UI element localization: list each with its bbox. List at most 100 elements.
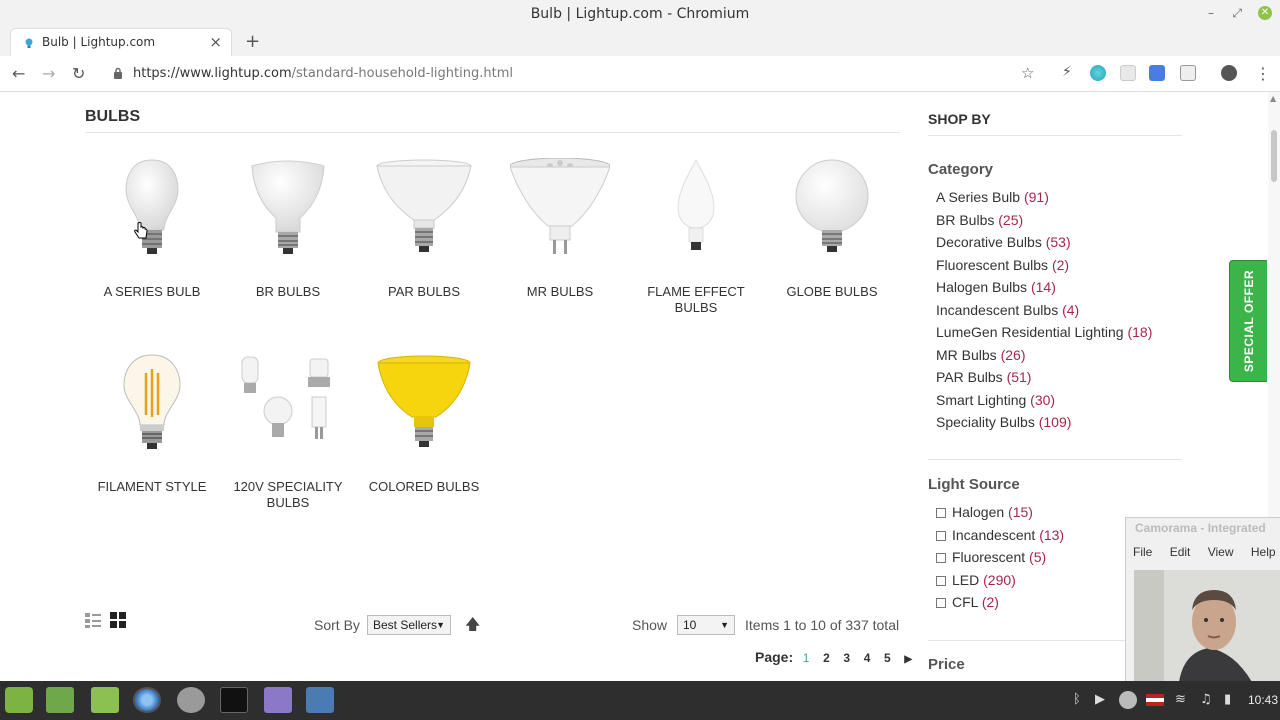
special-offer-tab[interactable]: SPECIAL OFFER (1229, 260, 1267, 382)
back-arrow-icon[interactable]: ← (12, 64, 25, 83)
light-source-item[interactable]: LED (290) (936, 572, 1064, 595)
page-link-5[interactable]: 5 (884, 651, 891, 665)
category-item[interactable]: Decorative Bulbs (53) (936, 234, 1152, 257)
webcam-tray-icon[interactable]: ▶ (1095, 692, 1105, 707)
product-name[interactable]: PAR BULBS (356, 284, 492, 300)
product-filament-style[interactable]: FILAMENT STYLE (84, 353, 220, 495)
sort-direction-arrow-icon[interactable]: 🡅 (465, 614, 480, 639)
camera-app-icon[interactable] (306, 687, 334, 713)
limit-select[interactable]: 10 ▼ (677, 615, 735, 635)
profile-avatar-icon[interactable] (1221, 65, 1237, 81)
price-heading[interactable]: Price (928, 656, 965, 673)
next-page-icon[interactable]: ▶ (904, 654, 912, 665)
product-flame-effect-bulbs[interactable]: FLAME EFFECT BULBS (628, 158, 764, 316)
bolt-extension-icon[interactable]: ⚡ (1062, 64, 1072, 80)
product-colored-bulbs[interactable]: COLORED BULBS (356, 353, 492, 495)
checkbox[interactable] (936, 575, 946, 586)
terminal-icon[interactable] (220, 687, 248, 713)
page-link-1[interactable]: 1 (803, 651, 810, 665)
category-item[interactable]: LumeGen Residential Lighting (18) (936, 324, 1152, 347)
disk-tray-icon[interactable] (1119, 691, 1137, 709)
light-source-item[interactable]: Halogen (15) (936, 504, 1064, 527)
checkbox[interactable] (936, 530, 946, 541)
files-folder-icon[interactable] (91, 687, 119, 713)
product-name[interactable]: FLAME EFFECT BULBS (628, 284, 764, 316)
browser-tab[interactable]: Bulb | Lightup.com × (10, 28, 232, 56)
tab-close-icon[interactable]: × (209, 33, 222, 51)
scroll-up-icon[interactable]: ▲ (1270, 94, 1276, 103)
category-item[interactable]: Fluorescent Bulbs (2) (936, 257, 1152, 280)
globe-extension-icon[interactable] (1090, 65, 1106, 81)
special-offer-label: SPECIAL OFFER (1241, 269, 1256, 373)
sort-by-value: Best Sellers (373, 618, 438, 632)
product-name[interactable]: BR BULBS (220, 284, 356, 300)
grid-extension-icon[interactable] (1120, 65, 1136, 81)
category-item[interactable]: PAR Bulbs (51) (936, 369, 1152, 392)
sort-by-select[interactable]: Best Sellers ▼ (367, 615, 451, 635)
product-name[interactable]: MR BULBS (492, 284, 628, 300)
menu-file[interactable]: File (1133, 545, 1152, 559)
product-par-bulbs[interactable]: PAR BULBS (356, 158, 492, 300)
scrollbar-thumb[interactable] (1271, 130, 1277, 182)
list-view-icon[interactable] (85, 612, 101, 628)
checkbox[interactable] (936, 553, 946, 563)
light-source-heading[interactable]: Light Source (928, 476, 1020, 493)
product-name[interactable]: A SERIES BULB (84, 284, 220, 300)
url-bar[interactable]: https://www.lightup.com/standard-househo… (133, 66, 513, 81)
taskbar-clock[interactable]: 10:43 (1248, 693, 1278, 707)
product-name[interactable]: GLOBE BULBS (764, 284, 900, 300)
product-120v-speciality-bulbs[interactable]: 120V SPECIALITY BULBS (220, 353, 356, 511)
forward-arrow-icon[interactable]: → (42, 64, 55, 83)
bookmark-star-icon[interactable]: ☆ (1021, 64, 1034, 82)
category-item[interactable]: Halogen Bulbs (14) (936, 279, 1152, 302)
music-note-icon[interactable]: ♫ (1200, 692, 1212, 707)
us-flag-keyboard-icon[interactable] (1146, 694, 1164, 706)
minimize-icon[interactable]: – (1208, 6, 1214, 20)
close-window-icon[interactable]: ✕ (1258, 6, 1272, 20)
user-accounts-icon[interactable] (177, 687, 205, 713)
menu-edit[interactable]: Edit (1170, 545, 1191, 559)
product-a-series-bulb[interactable]: A SERIES BULB (84, 158, 220, 300)
section-divider (85, 132, 900, 133)
code-extension-icon[interactable] (1180, 65, 1196, 81)
reload-icon[interactable]: ↻ (72, 64, 85, 83)
checkbox[interactable] (936, 598, 946, 608)
show-desktop-icon[interactable] (46, 687, 74, 713)
new-tab-icon[interactable]: + (245, 31, 260, 52)
maximize-icon[interactable]: ⤢ (1232, 6, 1242, 21)
product-name[interactable]: FILAMENT STYLE (84, 479, 220, 495)
category-item[interactable]: Incandescent Bulbs (4) (936, 302, 1152, 325)
product-name[interactable]: 120V SPECIALITY BULBS (220, 479, 356, 511)
mint-menu-icon[interactable] (5, 687, 33, 713)
menu-help[interactable]: Help (1251, 545, 1276, 559)
light-source-item[interactable]: Fluorescent (5) (936, 549, 1064, 572)
category-item[interactable]: Smart Lighting (30) (936, 392, 1152, 415)
translate-extension-icon[interactable] (1149, 65, 1165, 81)
wifi-icon[interactable]: ≋ (1175, 692, 1186, 707)
menu-view[interactable]: View (1208, 545, 1234, 559)
checkbox[interactable] (936, 508, 946, 518)
product-name[interactable]: COLORED BULBS (356, 479, 492, 495)
battery-icon[interactable]: ▮ (1224, 692, 1231, 707)
grid-view-icon[interactable] (110, 612, 126, 628)
menu-kebab-icon[interactable]: ⋮ (1255, 64, 1271, 83)
category-item[interactable]: Speciality Bulbs (109) (936, 414, 1152, 437)
category-item[interactable]: BR Bulbs (25) (936, 212, 1152, 235)
category-heading[interactable]: Category (928, 161, 993, 178)
chromium-icon[interactable] (133, 687, 161, 713)
page-link-2[interactable]: 2 (823, 651, 830, 665)
camorama-window[interactable]: Camorama - Integrated File Edit View Hel… (1125, 517, 1280, 682)
page-link-4[interactable]: 4 (864, 651, 871, 665)
bluetooth-icon[interactable]: ᛒ (1073, 692, 1081, 707)
tab-title: Bulb | Lightup.com (42, 35, 156, 49)
category-item[interactable]: MR Bulbs (26) (936, 347, 1152, 370)
page-link-3[interactable]: 3 (843, 651, 850, 665)
product-mr-bulbs[interactable]: MR BULBS (492, 157, 628, 300)
text-editor-icon[interactable] (264, 687, 292, 713)
category-item[interactable]: A Series Bulb (91) (936, 189, 1152, 212)
light-source-item[interactable]: Incandescent (13) (936, 527, 1064, 550)
tab-strip: Bulb | Lightup.com × + (0, 28, 1280, 56)
product-globe-bulbs[interactable]: GLOBE BULBS (764, 158, 900, 300)
light-source-item[interactable]: CFL (2) (936, 594, 1064, 617)
product-br-bulbs[interactable]: BR BULBS (220, 158, 356, 300)
